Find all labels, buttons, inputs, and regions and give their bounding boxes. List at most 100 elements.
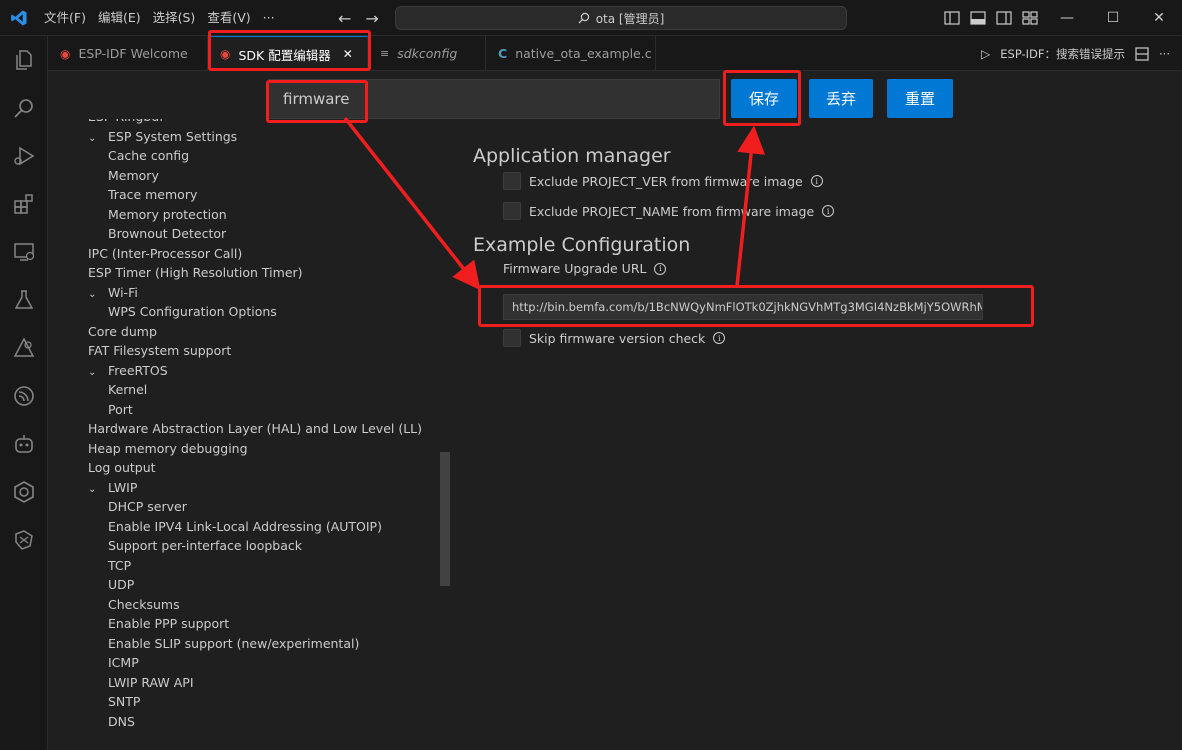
run-debug-icon[interactable] bbox=[0, 132, 48, 180]
extensions-icon[interactable] bbox=[0, 180, 48, 228]
close-window-icon[interactable]: ✕ bbox=[1136, 0, 1182, 36]
option-label: Skip firmware version check bbox=[529, 330, 706, 346]
tree-item-label: ESP System Settings bbox=[108, 128, 238, 144]
tree-scrollbar[interactable] bbox=[440, 452, 450, 586]
espressif-icon: ◉ bbox=[60, 46, 71, 61]
chevron-down-icon[interactable]: ⌄ bbox=[88, 363, 108, 382]
search-input[interactable]: firmware bbox=[268, 79, 720, 119]
espressif-icon[interactable] bbox=[0, 372, 48, 420]
menu-selection[interactable]: 选择(S) bbox=[147, 0, 202, 36]
tree-item[interactable]: Hardware Abstraction Layer (HAL) and Low… bbox=[88, 419, 422, 438]
info-icon[interactable]: i bbox=[654, 262, 667, 275]
menu-edit[interactable]: 编辑(E) bbox=[92, 0, 147, 36]
chevron-down-icon[interactable]: ⌄ bbox=[88, 129, 108, 148]
exclude-project-name-checkbox[interactable] bbox=[503, 202, 521, 220]
tree-item[interactable]: Cache config bbox=[108, 146, 189, 165]
tree-item[interactable]: Enable PPP support bbox=[108, 614, 229, 633]
ai-assistant-icon[interactable] bbox=[0, 516, 48, 564]
tree-item[interactable]: Kernel bbox=[108, 380, 147, 399]
save-button[interactable]: 保存 bbox=[731, 79, 797, 118]
tree-item[interactable]: Port bbox=[108, 400, 133, 419]
tree-item[interactable]: DNS bbox=[108, 712, 135, 731]
split-editor-icon[interactable] bbox=[1135, 46, 1149, 61]
command-center[interactable]: ota [管理员] bbox=[395, 6, 847, 30]
close-icon[interactable]: ✕ bbox=[343, 47, 353, 61]
discard-button[interactable]: 丢弃 bbox=[809, 79, 873, 118]
tree-item-label: IPC (Inter-Processor Call) bbox=[88, 245, 243, 261]
tree-item[interactable]: FAT Filesystem support bbox=[88, 341, 231, 360]
explorer-icon[interactable] bbox=[0, 36, 48, 84]
chevron-down-icon[interactable]: ⌄ bbox=[88, 480, 108, 499]
remote-explorer-icon[interactable] bbox=[0, 228, 48, 276]
tree-item[interactable]: Support per-interface loopback bbox=[108, 536, 302, 555]
tab-sdk-config-editor[interactable]: ◉ SDK 配置编辑器 ✕ bbox=[208, 36, 368, 71]
tree-item[interactable]: WPS Configuration Options bbox=[108, 302, 277, 321]
tree-item[interactable]: Enable IPV4 Link-Local Addressing (AUTOI… bbox=[108, 517, 382, 536]
menu-view[interactable]: 查看(V) bbox=[201, 0, 256, 36]
customize-layout-icon[interactable] bbox=[1022, 11, 1038, 25]
tree-item[interactable]: SNTP bbox=[108, 692, 140, 711]
tree-item[interactable]: ⌄ FreeRTOS bbox=[88, 361, 168, 380]
tree-item[interactable]: Memory protection bbox=[108, 205, 227, 224]
firmware-url-input[interactable]: http://bin.bemfa.com/b/1BcNWQyNmFlOTk0Zj… bbox=[503, 294, 983, 320]
tree-item-label: TCP bbox=[108, 557, 132, 573]
tab-esp-idf-welcome[interactable]: ◉ ESP-IDF Welcome bbox=[48, 36, 208, 71]
tab-native-ota-example[interactable]: C native_ota_example.c bbox=[486, 36, 656, 71]
tree-item[interactable]: IPC (Inter-Processor Call) bbox=[88, 244, 242, 263]
tree-item[interactable]: ⌄ ESP System Settings bbox=[88, 127, 237, 146]
more-actions-icon[interactable]: ··· bbox=[1159, 47, 1170, 61]
menu-file[interactable]: 文件(F) bbox=[38, 0, 92, 36]
tree-item-label: Support per-interface loopback bbox=[108, 538, 302, 553]
tree-item-label: LWIP bbox=[108, 479, 138, 495]
reset-button[interactable]: 重置 bbox=[887, 79, 953, 118]
info-icon[interactable]: i bbox=[822, 205, 835, 217]
tree-item-label: Brownout Detector bbox=[108, 226, 227, 241]
menu-more[interactable]: ··· bbox=[257, 0, 281, 36]
tree-item[interactable]: Checksums bbox=[108, 595, 180, 614]
tree-item[interactable]: TCP bbox=[108, 556, 131, 575]
tree-item[interactable]: Trace memory bbox=[108, 185, 197, 204]
tree-item-label: DNS bbox=[108, 713, 135, 729]
tree-item[interactable]: Enable SLIP support (new/experimental) bbox=[108, 634, 359, 653]
skip-version-check-checkbox[interactable] bbox=[503, 329, 521, 347]
skip-version-check-option: Skip firmware version check i bbox=[503, 329, 726, 347]
info-icon[interactable]: i bbox=[713, 332, 726, 344]
tree-item[interactable]: ESP Ringbuf bbox=[88, 119, 164, 126]
maximize-icon[interactable]: ☐ bbox=[1090, 0, 1136, 36]
testing-icon[interactable] bbox=[0, 276, 48, 324]
toggle-panel-icon[interactable] bbox=[970, 11, 986, 25]
tab-sdkconfig[interactable]: ≡ sdkconfig bbox=[368, 36, 486, 71]
toggle-secondary-sidebar-icon[interactable] bbox=[996, 11, 1012, 25]
run-icon[interactable]: ▷ bbox=[981, 47, 990, 61]
config-tree: ESP Ringbuf⌄ESP System SettingsCache con… bbox=[48, 119, 450, 750]
tree-item[interactable]: Core dump bbox=[88, 322, 157, 341]
search-activity-icon[interactable] bbox=[0, 84, 48, 132]
back-arrow-icon[interactable]: ← bbox=[338, 9, 351, 28]
tree-item[interactable]: UDP bbox=[108, 575, 134, 594]
esp-idf-error-hint-button[interactable]: ESP-IDF：搜索错误提示 bbox=[1000, 46, 1125, 62]
tree-item[interactable]: Brownout Detector bbox=[108, 224, 226, 243]
copilot-icon[interactable] bbox=[0, 420, 48, 468]
minimize-icon[interactable]: — bbox=[1044, 0, 1090, 36]
title-bar: 文件(F) 编辑(E) 选择(S) 查看(V) ··· ← → ota [管理员… bbox=[0, 0, 1182, 36]
layout-controls bbox=[944, 0, 1038, 36]
toggle-sidebar-icon[interactable] bbox=[944, 11, 960, 25]
info-icon[interactable]: i bbox=[810, 175, 823, 187]
tree-item[interactable]: Memory bbox=[108, 166, 159, 185]
tree-item[interactable]: ⌄ LWIP bbox=[88, 478, 137, 497]
tree-item[interactable]: ESP Timer (High Resolution Timer) bbox=[88, 263, 303, 282]
platform-icon[interactable] bbox=[0, 468, 48, 516]
tree-item[interactable]: Heap memory debugging bbox=[88, 439, 248, 458]
tree-item[interactable]: DHCP server bbox=[108, 497, 187, 516]
forward-arrow-icon[interactable]: → bbox=[365, 9, 378, 28]
tree-item-label: Port bbox=[108, 401, 133, 417]
esp-idf-explorer-icon[interactable] bbox=[0, 324, 48, 372]
tree-item-label: LWIP RAW API bbox=[108, 674, 194, 690]
chevron-down-icon[interactable]: ⌄ bbox=[88, 285, 108, 304]
tree-item[interactable]: ⌄ Wi-Fi bbox=[88, 283, 138, 302]
tree-item-label: Log output bbox=[88, 460, 156, 475]
tree-item[interactable]: ICMP bbox=[108, 653, 139, 672]
exclude-project-ver-checkbox[interactable] bbox=[503, 172, 521, 190]
tree-item[interactable]: Log output bbox=[88, 458, 156, 477]
tree-item[interactable]: LWIP RAW API bbox=[108, 673, 194, 692]
